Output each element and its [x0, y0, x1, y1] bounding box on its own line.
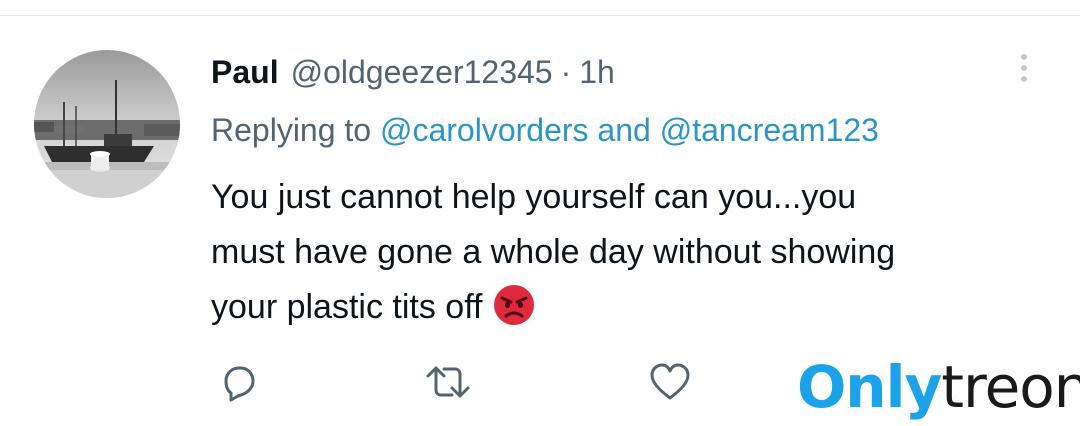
tweet-text: You just cannot help yourself can you...… — [211, 170, 1051, 335]
more-options-button[interactable] — [1008, 48, 1040, 88]
watermark-logo: Only treon — [797, 352, 1080, 422]
retweet-icon — [426, 366, 470, 398]
watermark-part-treon: treon — [941, 353, 1080, 421]
more-dot-icon — [1021, 76, 1027, 82]
like-button[interactable] — [648, 360, 692, 404]
retweet-button[interactable] — [424, 360, 470, 404]
timestamp[interactable]: 1h — [579, 52, 615, 92]
separator-dot: · — [560, 54, 572, 90]
replying-prefix: Replying to — [211, 112, 372, 148]
avatar[interactable] — [34, 50, 180, 198]
reply-button[interactable] — [216, 360, 260, 404]
replying-to: Replying to @carolvorders and @tancream1… — [211, 110, 879, 150]
more-dot-icon — [1021, 65, 1027, 71]
more-dot-icon — [1021, 54, 1027, 60]
top-divider — [0, 15, 1080, 16]
tweet-header: Paul @oldgeezer12345 · 1h — [211, 52, 615, 92]
tweet-text-line: your plastic tits off — [211, 288, 483, 326]
reply-mention-tancream123[interactable]: @tancream123 — [660, 112, 879, 148]
like-icon — [650, 363, 690, 400]
reply-icon — [224, 366, 255, 402]
watermark-part-only: Only — [797, 353, 942, 421]
author-handle[interactable]: @oldgeezer12345 — [291, 52, 553, 92]
angry-face-emoji-icon — [493, 284, 535, 326]
reply-conjunction: and — [597, 112, 651, 148]
avatar-image — [34, 50, 180, 198]
tweet-text-line: must have gone a whole day without showi… — [211, 233, 896, 271]
tweet-text-line-last: your plastic tits off — [211, 280, 1051, 335]
author-name[interactable]: Paul — [211, 52, 279, 92]
reply-mention-carolvorders[interactable]: @carolvorders — [380, 112, 589, 148]
tweet-text-line: You just cannot help yourself can you...… — [211, 178, 857, 216]
